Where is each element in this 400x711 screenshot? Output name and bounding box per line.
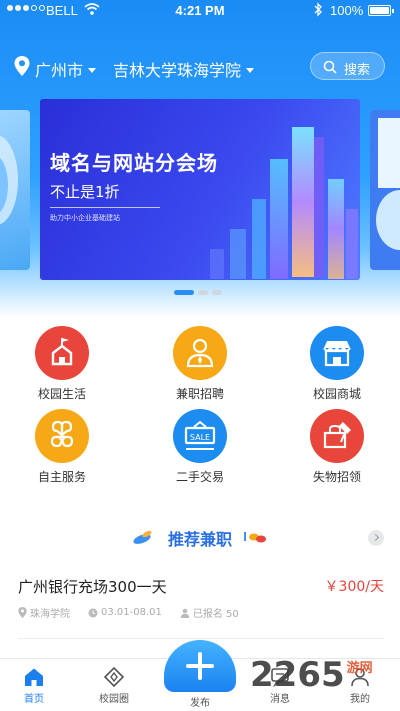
- battery-icon: [368, 5, 394, 16]
- plus-icon: [186, 652, 214, 680]
- search-button[interactable]: 搜索: [310, 52, 385, 80]
- tab-label: 校园圈: [99, 694, 129, 705]
- carousel-dot[interactable]: [198, 290, 208, 295]
- tab-home[interactable]: 首页: [4, 667, 64, 705]
- carousel-dot[interactable]: [174, 290, 194, 295]
- publish-button[interactable]: [164, 640, 236, 692]
- tab-label: 首页: [24, 694, 44, 705]
- service-label: 失物招领: [312, 470, 361, 484]
- location-pin-icon: [18, 607, 27, 618]
- trade-sign-icon: SALE: [173, 409, 227, 463]
- site-watermark: 2265 游网: [250, 655, 373, 695]
- leaf-decoration-icon: [244, 532, 266, 543]
- section-title: 推荐兼职: [167, 530, 232, 549]
- service-second-hand[interactable]: SALE 二手交易: [160, 409, 240, 485]
- job-meta: 珠海学院 03.01-08.01 已报名 50: [18, 605, 239, 620]
- promo-banner[interactable]: 域名与网站分会场 不止是1折 助力中小企业基础建站: [40, 99, 360, 280]
- service-grid: 校园生活 兼职招聘 校园商城 自主服务 SALE 二手交易 失物招领: [0, 318, 400, 493]
- tab-label: 发布: [190, 698, 210, 709]
- publish-tab: 发布: [158, 640, 242, 711]
- service-campus-life[interactable]: 校园生活: [22, 326, 102, 402]
- chevron-down-icon: [246, 68, 255, 73]
- banner-subtitle: 不止是1折: [50, 183, 120, 201]
- recommend-section: 推荐兼职 广州银行充场300一天 ￥300/天 珠海学院 03.01-08.01…: [0, 493, 400, 658]
- service-campus-mall[interactable]: 校园商城: [297, 326, 377, 402]
- banner-title: 域名与网站分会场: [50, 151, 218, 175]
- service-label: 校园商城: [312, 387, 361, 401]
- battery-percent: 100%: [330, 3, 364, 18]
- service-label: 兼职招聘: [175, 387, 224, 401]
- city-bars-illustration: [210, 127, 358, 279]
- job-pay: ￥300/天: [324, 579, 384, 595]
- school-selector[interactable]: 吉林大学珠海学院: [113, 57, 255, 81]
- location-pin-icon: [14, 56, 30, 76]
- service-label: 二手交易: [175, 470, 224, 484]
- compass-icon: [103, 667, 125, 687]
- job-list-item[interactable]: 广州银行充场300一天 ￥300/天 珠海学院 03.01-08.01 已报名 …: [18, 573, 384, 639]
- flag-icon: [35, 326, 89, 380]
- banner-divider: [50, 207, 160, 208]
- lost-found-icon: [310, 409, 364, 463]
- status-bar: BELL 4:21 PM 100%: [0, 0, 400, 22]
- carousel-next-slide[interactable]: [370, 110, 400, 270]
- job-signups: 已报名 50: [180, 605, 239, 620]
- city-label: 广州市: [35, 61, 84, 80]
- service-label: 校园生活: [37, 387, 86, 401]
- home-icon: [25, 668, 43, 686]
- clover-icon: [35, 409, 89, 463]
- job-title: 广州银行充场300一天: [18, 578, 167, 596]
- city-selector[interactable]: 广州市: [35, 57, 97, 81]
- chevron-down-icon: [88, 68, 97, 73]
- school-label: 吉林大学珠海学院: [113, 61, 242, 80]
- carousel-prev-slide[interactable]: [0, 110, 30, 270]
- search-label: 搜索: [344, 63, 371, 78]
- carousel-indicator: [174, 290, 222, 295]
- service-label: 自主服务: [37, 470, 86, 484]
- search-icon: [323, 60, 337, 74]
- service-self-service[interactable]: 自主服务: [22, 409, 102, 485]
- service-lost-found[interactable]: 失物招领: [297, 409, 377, 485]
- service-part-time-jobs[interactable]: 兼职招聘: [160, 326, 240, 402]
- clock-icon: [88, 608, 98, 617]
- top-bar: 广州市 吉林大学珠海学院 搜索: [0, 48, 400, 84]
- recruiter-icon: [173, 326, 227, 380]
- bluetooth-icon: [314, 2, 322, 17]
- section-more-button[interactable]: [368, 530, 384, 546]
- shop-icon: [310, 326, 364, 380]
- tab-campus-circle[interactable]: 校园圈: [84, 667, 144, 705]
- carousel-dot[interactable]: [212, 290, 222, 295]
- person-icon: [180, 608, 190, 618]
- job-location: 珠海学院: [18, 605, 70, 620]
- banner-caption: 助力中小企业基础建站: [50, 214, 120, 222]
- job-dates: 03.01-08.01: [88, 605, 162, 620]
- divider: [18, 638, 384, 639]
- svg-text:SALE: SALE: [190, 433, 210, 442]
